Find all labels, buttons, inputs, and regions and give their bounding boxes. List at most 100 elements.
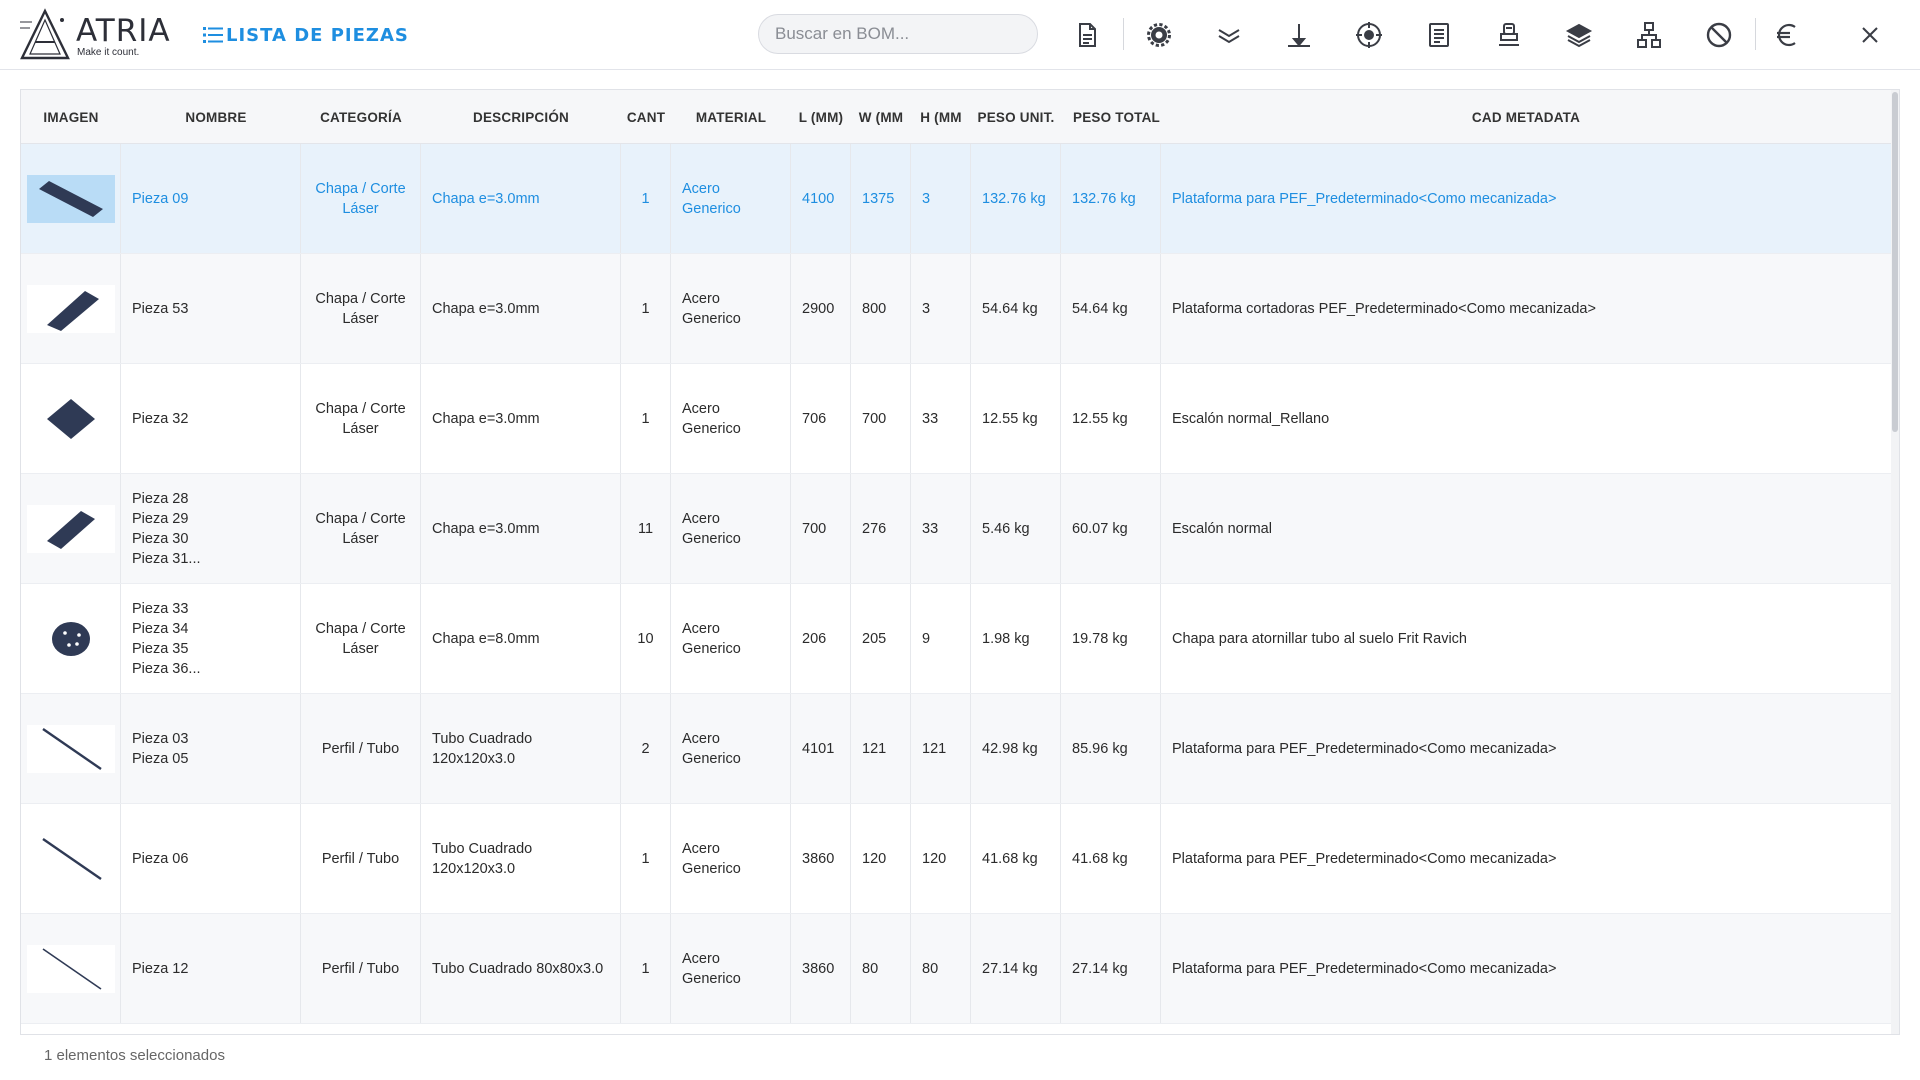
table-row[interactable]: Pieza 33 Pieza 34 Pieza 35 Pieza 36... Chapa… (21, 584, 1891, 694)
part-image-cell (21, 144, 121, 253)
page-title-group: LISTA DE PIEZAS (203, 22, 409, 48)
category-cell: Chapa / Corte Láser (301, 364, 421, 473)
part-shape-icon (46, 398, 95, 439)
h-cell: 9 (911, 584, 971, 693)
part-name-cell: Pieza 12 (121, 914, 301, 1023)
part-thumbnail (26, 394, 115, 443)
col-header-cant[interactable]: CANT (621, 90, 671, 144)
euro-icon[interactable] (1768, 16, 1806, 54)
metadata-cell: Plataforma para PEF_Predeterminado<Como … (1172, 190, 1557, 207)
category-cell: Chapa / Corte Láser (301, 254, 421, 363)
table-row[interactable]: Pieza 03 Pieza 05 Perfil / Tubo Tubo Cuadra… (21, 694, 1891, 804)
chevrons-down-icon[interactable] (1210, 16, 1248, 54)
part-shape-icon (42, 947, 101, 990)
col-header-cad-metadata[interactable]: CAD METADATA (1161, 90, 1891, 144)
col-header-descripcion[interactable]: DESCRIPCIÓN (421, 90, 621, 144)
l-cell: 3860 (791, 804, 851, 913)
part-name: Pieza 09 (132, 190, 189, 207)
category-cell: Chapa / Corte Láser (301, 144, 421, 253)
scrollbar-thumb[interactable] (1892, 92, 1898, 432)
description-cell: Chapa e=8.0mm (421, 584, 621, 693)
category-cell: Perfil / Tubo (301, 694, 421, 803)
atria-logo-icon (20, 8, 70, 60)
part-name: Pieza 32 (132, 410, 189, 427)
l-cell: 206 (791, 584, 851, 693)
document-icon[interactable] (1068, 16, 1106, 54)
category-cell: Chapa / Corte Láser (301, 584, 421, 693)
w-cell: 700 (851, 364, 911, 473)
w-cell: 120 (851, 804, 911, 913)
qty-cell: 1 (621, 144, 671, 253)
table-row[interactable]: Pieza 09 Chapa / Corte Láser Chapa e=3.0mm… (21, 144, 1891, 254)
w-cell: 276 (851, 474, 911, 583)
category-cell: Chapa / Corte Láser (301, 474, 421, 583)
table-row[interactable]: Pieza 06 Perfil / Tubo Tubo Cuadrado 120x1… (21, 804, 1891, 914)
search-input[interactable] (758, 14, 1038, 54)
vertical-scrollbar[interactable] (1891, 90, 1899, 1034)
part-thumbnail (26, 944, 115, 993)
col-header-l[interactable]: L (MM) (791, 90, 851, 144)
total-weight-cell: 60.07 kg (1061, 474, 1161, 583)
category-cell: Perfil / Tubo (301, 914, 421, 1023)
part-name: Pieza 28 (132, 490, 189, 507)
material-cell: Acero Generico (671, 144, 791, 253)
page-title: LISTA DE PIEZAS (226, 24, 409, 46)
app-header: ATRIA Make it count. LISTA DE PIEZAS (0, 0, 1920, 70)
table-row[interactable]: Pieza 12 Perfil / Tubo Tubo Cuadrado 80x80… (21, 914, 1891, 1024)
qty-cell: 1 (621, 914, 671, 1023)
part-name: Pieza 53 (132, 300, 189, 317)
weld-icon[interactable] (1280, 16, 1318, 54)
col-header-nombre[interactable]: NOMBRE (121, 90, 311, 144)
part-shape-icon (38, 180, 103, 217)
metadata-cell: Escalón normal_Rellano (1172, 410, 1330, 427)
target-icon[interactable] (1350, 16, 1388, 54)
col-header-peso-total[interactable]: PESO TOTAL (1073, 90, 1173, 144)
list-icon (203, 27, 223, 43)
col-header-imagen[interactable]: IMAGEN (21, 90, 121, 144)
close-icon[interactable] (1851, 16, 1889, 54)
part-image-cell (21, 804, 121, 913)
col-header-h[interactable]: H (MM (911, 90, 971, 144)
part-name-cell: Pieza 32 (121, 364, 301, 473)
table-row[interactable]: Pieza 32 Chapa / Corte Láser Chapa e=3.0mm… (21, 364, 1891, 474)
part-name-cell: Pieza 09 (121, 144, 301, 253)
total-weight-cell: 19.78 kg (1061, 584, 1161, 693)
total-weight-cell: 41.68 kg (1061, 804, 1161, 913)
metadata-cell: Plataforma para PEF_Predeterminado<Como … (1172, 960, 1557, 977)
report-icon[interactable] (1420, 16, 1458, 54)
block-icon[interactable] (1700, 16, 1738, 54)
toolbar-separator (1123, 18, 1124, 50)
description-cell: Chapa e=3.0mm (421, 474, 621, 583)
w-cell: 205 (851, 584, 911, 693)
h-cell: 120 (911, 804, 971, 913)
part-thumbnail (26, 614, 115, 663)
col-header-w[interactable]: W (MM (851, 90, 911, 144)
gear-cog-icon[interactable] (1140, 16, 1178, 54)
description-cell: Tubo Cuadrado 120x120x3.0 (421, 804, 621, 913)
col-header-material[interactable]: MATERIAL (671, 90, 791, 144)
toolbar-separator (1755, 18, 1756, 50)
l-cell: 4101 (791, 694, 851, 803)
part-name: Pieza 05 (132, 750, 189, 767)
col-header-peso-unit[interactable]: PESO UNIT. (971, 90, 1061, 144)
description-cell: Chapa e=3.0mm (421, 364, 621, 473)
stamp-icon[interactable] (1490, 16, 1528, 54)
table-row[interactable]: Pieza 28 Pieza 29 Pieza 30 Pieza 31... Chapa… (21, 474, 1891, 584)
col-header-categoria[interactable]: CATEGORÍA (301, 90, 421, 144)
l-cell: 4100 (791, 144, 851, 253)
part-name-cell: Pieza 53 (121, 254, 301, 363)
description-cell: Chapa e=3.0mm (421, 254, 621, 363)
l-cell: 700 (791, 474, 851, 583)
material-cell: Acero Generico (671, 364, 791, 473)
l-cell: 2900 (791, 254, 851, 363)
part-name: Pieza 35 (132, 640, 189, 657)
unit-weight-cell: 54.64 kg (971, 254, 1061, 363)
layers-icon[interactable] (1560, 16, 1598, 54)
part-thumbnail (26, 174, 115, 223)
part-image-cell (21, 364, 121, 473)
part-image-cell (21, 584, 121, 693)
hierarchy-icon[interactable] (1630, 16, 1668, 54)
brand-name: ATRIA (76, 13, 171, 49)
table-row[interactable]: Pieza 53 Chapa / Corte Láser Chapa e=3.0mm… (21, 254, 1891, 364)
qty-cell: 1 (621, 254, 671, 363)
